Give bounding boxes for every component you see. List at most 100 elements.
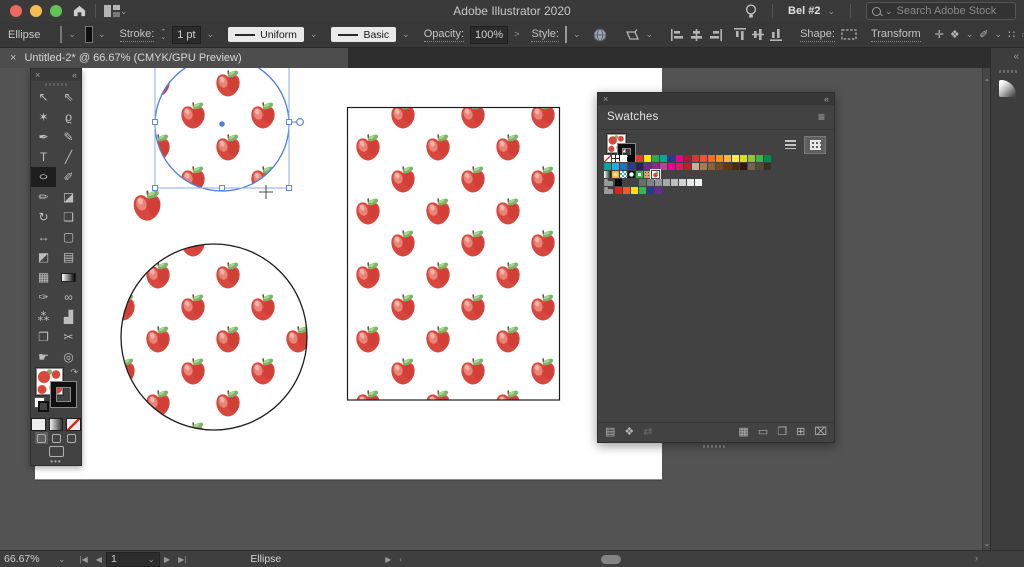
color-swatch[interactable] (764, 163, 771, 170)
dock-grip[interactable] (999, 70, 1017, 73)
line-segment-tool[interactable]: ╱ (56, 147, 81, 167)
last-artboard-icon[interactable]: ▶| (174, 555, 190, 564)
swatches-menu-icon[interactable]: ≡ (818, 110, 825, 124)
gradient-tool[interactable] (56, 267, 81, 287)
color-swatch[interactable] (620, 163, 627, 170)
draw-inside-mode[interactable] (65, 432, 78, 444)
color-swatch[interactable] (676, 155, 683, 162)
slice-tool[interactable]: ✂ (56, 327, 81, 347)
perspective-grid-tool[interactable]: ▤ (56, 247, 81, 267)
scroll-right-icon[interactable]: › (975, 553, 978, 563)
color-swatch[interactable] (716, 155, 723, 162)
horizontal-scrollbar[interactable]: › (446, 551, 1024, 567)
window-zoom-button[interactable] (50, 5, 62, 17)
pattern-dot-swatch[interactable] (628, 171, 635, 178)
none-swatch[interactable] (604, 155, 611, 162)
color-swatch[interactable] (647, 187, 654, 194)
next-artboard-icon[interactable]: ▶ (160, 555, 174, 564)
gradient-bw-swatch[interactable] (604, 171, 611, 178)
ellipse-pie-widget[interactable] (296, 118, 304, 126)
paintbrush-tool[interactable]: ✐ (56, 167, 81, 187)
color-swatch[interactable] (636, 163, 643, 170)
vertical-align-top-icon[interactable] (734, 28, 747, 41)
pattern-rectangle[interactable] (346, 106, 561, 401)
pen-tool[interactable]: ✒ (31, 127, 56, 147)
isolate-selection-icon[interactable]: ✛ (935, 28, 944, 41)
window-close-button[interactable] (10, 5, 22, 17)
color-swatch[interactable] (660, 155, 667, 162)
color-swatch[interactable] (687, 179, 694, 186)
opacity-field[interactable]: 100% (470, 25, 509, 44)
scale-tool[interactable]: ❏ (56, 207, 81, 227)
stroke-weight-chevron-icon[interactable]: ⌄ (207, 30, 215, 39)
stroke-chevron-icon[interactable]: ⌄ (98, 30, 106, 39)
color-group-folder-icon[interactable] (604, 187, 614, 194)
window-minimize-button[interactable] (30, 5, 42, 17)
shaper-tool[interactable]: ✏ (31, 187, 56, 207)
handle-bottom-right[interactable] (286, 185, 292, 191)
color-swatch[interactable] (655, 187, 662, 194)
stroke-panel-link[interactable]: Stroke: (119, 28, 155, 42)
color-swatch[interactable] (668, 155, 675, 162)
panel-resize-grip[interactable] (703, 445, 725, 448)
swatch-sync-icon[interactable]: ⇄ (643, 427, 652, 438)
style-chevron-icon[interactable]: ⌄ (573, 30, 581, 39)
pattern-square-swatch[interactable] (636, 171, 643, 178)
ellipse-tool[interactable]: ○ (31, 167, 56, 187)
handle-bottom-center[interactable] (219, 185, 225, 191)
handle-bottom-left[interactable] (152, 185, 158, 191)
magic-wand-tool[interactable]: ✶ (31, 107, 56, 127)
color-swatch[interactable] (604, 163, 611, 170)
lightbulb-icon[interactable] (745, 3, 757, 19)
color-swatch[interactable] (692, 163, 699, 170)
home-icon[interactable] (72, 4, 87, 18)
color-swatch[interactable] (756, 155, 763, 162)
vertical-scrollbar[interactable]: ⌃ ⌄ (982, 68, 990, 550)
color-swatch[interactable] (652, 155, 659, 162)
color-swatch[interactable] (692, 155, 699, 162)
horizontal-align-right-icon[interactable] (709, 28, 723, 41)
color-swatch[interactable] (663, 179, 670, 186)
handle-left[interactable] (152, 119, 158, 125)
color-swatch[interactable] (652, 163, 659, 170)
recolor-artwork-icon[interactable] (625, 28, 640, 41)
color-swatch[interactable] (660, 163, 667, 170)
stroke-color-swatch[interactable] (84, 26, 93, 43)
vertical-align-bottom-icon[interactable] (770, 28, 783, 41)
document-setup-globe-icon[interactable] (593, 28, 607, 42)
canvas[interactable]: × « ↖ ⇖ ✶ ϱ ✒ ✎ T ╱ ○ ✐ ✏ ◪ ↻ ❏ ↔ ▢ ◩ ▤ ▦ ✑ ∞ ⁂ ▟ ❐ ✂ ☛ ◎ ↷ (0, 68, 982, 550)
center-anchor[interactable] (219, 121, 225, 127)
selection-tool[interactable]: ↖ (31, 87, 56, 107)
color-swatch[interactable] (732, 155, 739, 162)
stroke-weight-field[interactable]: 1 pt (172, 25, 201, 44)
graphic-styles-chevron-icon[interactable]: ⌄ (966, 30, 974, 39)
stroke-swatch[interactable] (51, 382, 76, 407)
horizontal-scroll-thumb[interactable] (601, 555, 622, 564)
artboard-navigation-field[interactable]: 1 ⌄ (105, 551, 160, 567)
color-swatch[interactable] (631, 187, 638, 194)
color-swatch[interactable] (623, 179, 630, 186)
free-transform-tool[interactable]: ▢ (56, 227, 81, 247)
draw-behind-mode[interactable] (50, 432, 63, 444)
color-swatch[interactable] (740, 163, 747, 170)
color-swatch[interactable] (623, 187, 630, 194)
color-swatch[interactable] (700, 155, 707, 162)
opacity-more-icon[interactable]: > (514, 30, 519, 39)
color-swatch[interactable] (620, 155, 627, 162)
brush-chevron-icon[interactable]: ⌄ (402, 30, 410, 39)
user-account-label[interactable]: Bel #2 (788, 5, 820, 17)
shape-panel-link[interactable]: Shape: (800, 28, 835, 42)
color-swatch[interactable] (708, 163, 715, 170)
gradient-button[interactable] (48, 417, 64, 431)
color-swatch[interactable] (700, 163, 707, 170)
shape-properties-icon[interactable] (841, 29, 857, 40)
color-swatch[interactable] (684, 155, 691, 162)
default-fill-stroke-icon[interactable] (34, 397, 49, 412)
horizontal-align-center-icon[interactable] (690, 28, 703, 41)
previous-artboard-icon[interactable]: ◀ (92, 555, 106, 564)
swatches-panel-title[interactable]: Swatches (607, 111, 658, 123)
vertical-align-center-icon[interactable] (752, 28, 765, 41)
color-swatch[interactable] (644, 155, 651, 162)
hand-tool[interactable]: ☛ (31, 347, 56, 367)
width-tool[interactable]: ↔ (31, 227, 56, 247)
